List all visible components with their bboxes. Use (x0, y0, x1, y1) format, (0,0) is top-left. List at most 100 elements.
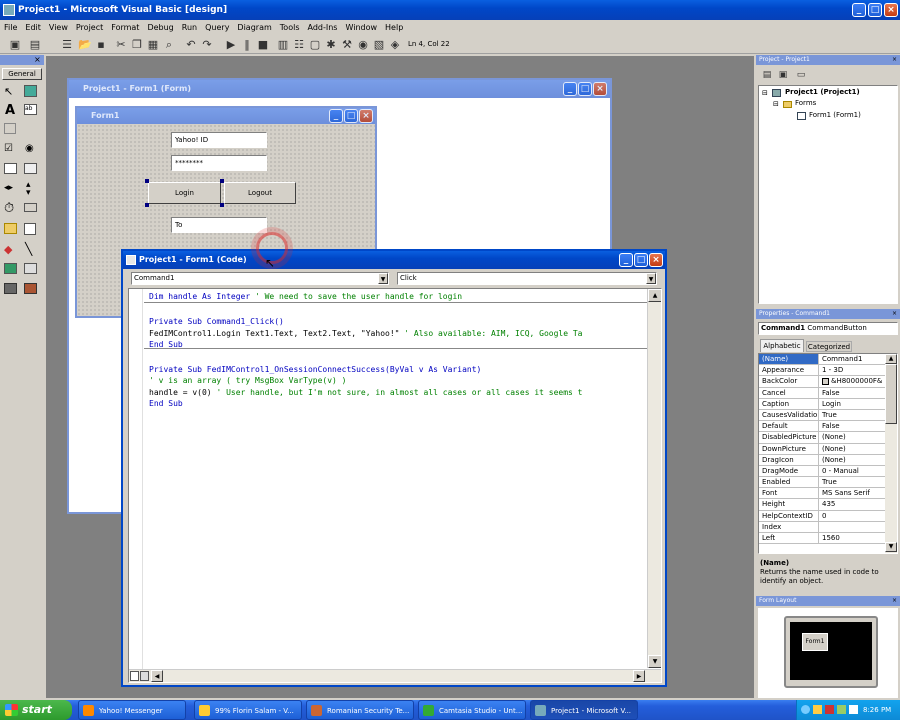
property-value[interactable]: True (819, 410, 885, 420)
menu-item[interactable]: Project (76, 23, 103, 32)
project-explorer-close-icon[interactable]: × (892, 55, 897, 65)
text3-textbox[interactable]: To (171, 217, 267, 233)
tray-icon-2[interactable] (813, 705, 822, 714)
property-value[interactable]: Command1 (819, 354, 885, 364)
find-icon[interactable]: ⌕ (162, 38, 176, 52)
scroll-down-icon[interactable]: ▼ (648, 655, 661, 668)
shape-tool-icon[interactable]: ◆ (4, 243, 12, 256)
form-layout-close-icon[interactable]: × (892, 596, 897, 606)
property-row[interactable]: Cancel False (759, 387, 885, 399)
tray-icon-1[interactable] (801, 705, 810, 714)
maximize-button[interactable]: □ (868, 3, 882, 17)
property-row[interactable]: HelpContextID 0 (759, 510, 885, 522)
scroll-left-icon[interactable]: ◀ (151, 670, 163, 682)
properties-scroll-thumb[interactable] (885, 364, 897, 424)
property-row[interactable]: DownPicture (None) (759, 443, 885, 455)
visual-component-icon[interactable]: ▧ (372, 38, 386, 52)
stop-icon[interactable]: ■ (256, 38, 270, 52)
menu-item[interactable]: View (49, 23, 68, 32)
tray-icon-5[interactable] (849, 705, 858, 714)
menu-item[interactable]: Run (182, 23, 197, 32)
property-row[interactable]: DragMode 0 - Manual (759, 465, 885, 478)
minimize-button[interactable]: _ (852, 3, 866, 17)
menu-item[interactable]: Edit (25, 23, 41, 32)
property-value[interactable]: 0 - Manual (819, 466, 885, 476)
property-value[interactable]: (None) (819, 455, 885, 465)
hscroll-tool-icon[interactable]: ◂▸ (4, 183, 13, 193)
tree-form1-item[interactable]: Form1 (Form1) (809, 111, 861, 119)
line-tool-icon[interactable]: ╲ (25, 242, 32, 256)
open-icon[interactable]: 📂 (78, 38, 92, 52)
combobox-tool-icon[interactable] (4, 163, 17, 174)
properties-tab-alphabetic[interactable]: Alphabetic (760, 339, 804, 352)
tray-icon-4[interactable] (837, 705, 846, 714)
ole-tool-icon[interactable] (4, 283, 17, 294)
logout-button[interactable]: Logout (224, 182, 296, 204)
textbox-tool-icon[interactable]: ab (24, 104, 37, 115)
text2-textbox[interactable]: ******** (171, 155, 267, 171)
frame-tool-icon[interactable] (4, 123, 16, 134)
copy-icon[interactable]: ❐ (130, 38, 144, 52)
toolbox-close-icon[interactable]: × (34, 55, 41, 65)
filelistbox-tool-icon[interactable] (24, 223, 36, 235)
property-row[interactable]: BackColor &H8000000F& (759, 376, 885, 388)
toolbox-tab-general[interactable]: General (2, 68, 42, 80)
property-row[interactable]: (Name) Command1 (759, 354, 885, 366)
full-module-view-icon[interactable] (140, 671, 149, 681)
taskbar-button[interactable]: 99% Florin Salam - V... (194, 700, 302, 720)
menu-item[interactable]: Window (345, 23, 377, 32)
start-button[interactable]: start (0, 700, 72, 720)
vscroll-tool-icon[interactable]: ▴ ▾ (26, 181, 31, 198)
property-value[interactable]: (None) (819, 444, 885, 454)
data-tool-icon[interactable] (24, 263, 37, 274)
paste-icon[interactable]: ▦ (146, 38, 160, 52)
form-designer-minimize-button[interactable]: _ (563, 82, 577, 96)
taskbar-button[interactable]: Romanian Security Te... (306, 700, 414, 720)
tray-clock[interactable]: 8:26 PM (863, 700, 891, 720)
view-object-icon[interactable]: ▣ (776, 68, 790, 82)
code-maximize-button[interactable]: □ (634, 253, 648, 267)
commandbutton-tool-icon[interactable] (24, 123, 37, 134)
scroll-up-icon[interactable]: ▲ (648, 289, 661, 302)
property-value[interactable]: 1560 (819, 533, 885, 543)
property-value[interactable]: (None) (819, 432, 885, 442)
component-manager-icon[interactable]: ◈ (388, 38, 402, 52)
scroll-right-icon[interactable]: ▶ (633, 670, 645, 682)
toggle-folders-icon[interactable]: ▭ (794, 68, 808, 82)
property-row[interactable]: Default False (759, 421, 885, 433)
undo-icon[interactable]: ↶ (184, 38, 198, 52)
data-view-icon[interactable]: ◉ (356, 38, 370, 52)
property-row[interactable]: Appearance 1 - 3D (759, 365, 885, 377)
redo-icon[interactable]: ↷ (200, 38, 214, 52)
picturebox-tool-icon[interactable] (24, 85, 37, 97)
code-vscrollbar[interactable]: ▲ ▼ (647, 289, 661, 668)
text1-textbox[interactable]: Yahoo! ID (171, 132, 267, 148)
tray-icon-3[interactable] (825, 705, 834, 714)
property-row[interactable]: Index (759, 521, 885, 533)
object-combo[interactable]: Command1 ▼ (131, 272, 389, 285)
taskbar-button[interactable]: Yahoo! Messenger (78, 700, 186, 720)
properties-object-combo[interactable]: Command1 CommandButton (758, 322, 898, 335)
properties-scroll-up-icon[interactable]: ▲ (885, 354, 897, 364)
menu-item[interactable]: Add-Ins (308, 23, 338, 32)
property-value[interactable]: 1 - 3D (819, 365, 885, 375)
toolbox-icon[interactable]: ⚒ (340, 38, 354, 52)
tree-collapse-icon[interactable]: ⊟ (762, 89, 768, 97)
properties-scroll-down-icon[interactable]: ▼ (885, 542, 897, 552)
tree-project-root[interactable]: Project1 (Project1) (785, 88, 860, 96)
break-icon[interactable]: ‖ (240, 38, 254, 52)
menu-item[interactable]: File (4, 23, 17, 32)
property-value[interactable]: False (819, 421, 885, 431)
checkbox-tool-icon[interactable]: ☑ (4, 143, 13, 154)
object-combo-dropdown-icon[interactable]: ▼ (378, 273, 388, 284)
listbox-tool-icon[interactable] (24, 163, 37, 174)
pointer-tool-icon[interactable]: ↖ (4, 85, 13, 98)
run-icon[interactable]: ▶ (224, 38, 238, 52)
dirlistbox-tool-icon[interactable] (4, 223, 17, 234)
menu-item[interactable]: Diagram (237, 23, 271, 32)
property-value[interactable]: 0 (819, 511, 885, 521)
property-value[interactable]: False (819, 388, 885, 398)
optionbutton-tool-icon[interactable]: ◉ (25, 143, 34, 154)
menu-item[interactable]: Debug (147, 23, 173, 32)
form-designer-close-button[interactable]: × (593, 82, 607, 96)
